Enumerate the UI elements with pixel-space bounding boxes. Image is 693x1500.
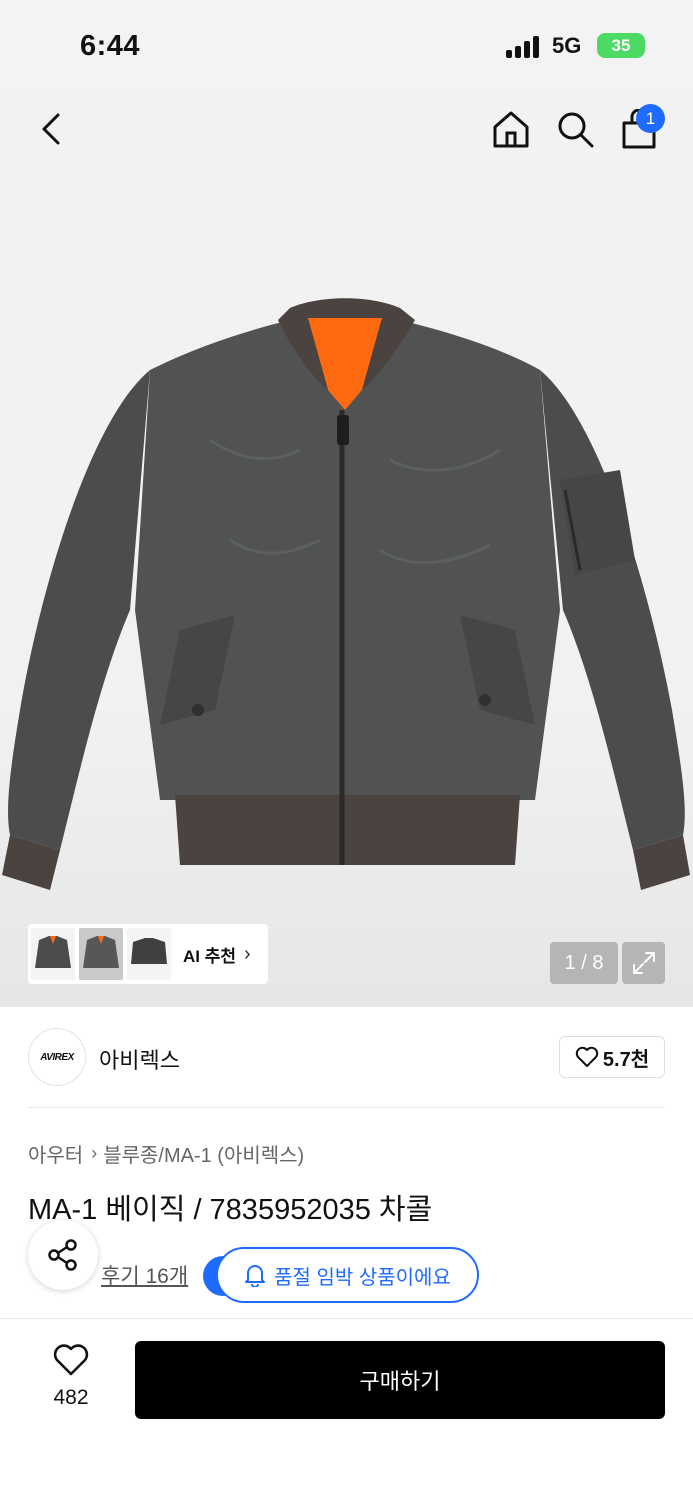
- bell-icon: [245, 1265, 266, 1287]
- brand-row[interactable]: AVIREX 아비렉스 5.7천: [28, 1028, 665, 1086]
- review-count-link[interactable]: 후기 16개: [101, 1260, 188, 1290]
- expand-button[interactable]: [622, 942, 665, 984]
- product-title: MA-1 베이직 / 7835952035 차콜: [28, 1194, 433, 1226]
- wishlist-button[interactable]: 482: [40, 1343, 102, 1410]
- chevron-right-icon: ›: [244, 942, 251, 965]
- home-button[interactable]: [488, 106, 534, 152]
- heart-icon: [53, 1344, 89, 1376]
- back-button[interactable]: [28, 106, 74, 152]
- battery-icon: 35: [597, 33, 645, 58]
- chevron-right-icon: ›: [91, 1143, 98, 1163]
- cart-count-badge: 1: [636, 104, 665, 133]
- search-button[interactable]: [552, 106, 598, 152]
- status-time: 6:44: [80, 30, 141, 62]
- product-gallery[interactable]: 6:44 5G 35 1 AI 추천 › 1 / 8: [0, 0, 693, 1007]
- brand-like-count: 5.7천: [602, 1048, 650, 1071]
- product-image[interactable]: [0, 290, 693, 910]
- thumbnail-2[interactable]: [79, 928, 123, 980]
- divider: [28, 1107, 665, 1108]
- review-row: 후기 16개 품절 임박 상품이에요: [28, 1220, 665, 1303]
- wishlist-count: 482: [53, 1386, 89, 1409]
- status-bar: 6:44 5G 35: [0, 0, 693, 90]
- brand-name[interactable]: 아비렉스: [99, 1043, 180, 1075]
- image-counter: 1 / 8: [550, 942, 618, 984]
- signal-icon: [506, 36, 542, 58]
- buy-button[interactable]: 구매하기: [135, 1341, 665, 1419]
- soldout-notice[interactable]: 품절 임박 상품이에요: [216, 1247, 479, 1303]
- search-icon: [558, 112, 594, 148]
- thumbnail-1[interactable]: [31, 928, 75, 980]
- chevron-left-icon: [42, 113, 60, 145]
- expand-icon: [632, 952, 655, 974]
- breadcrumb-category[interactable]: 아우터: [28, 1139, 83, 1168]
- network-label: 5G: [552, 33, 582, 58]
- share-icon: [48, 1239, 77, 1271]
- brand-logo[interactable]: AVIREX: [28, 1028, 86, 1086]
- brand-like-button[interactable]: 5.7천: [559, 1036, 665, 1078]
- breadcrumb-subcategory[interactable]: 블루종/MA-1 (아비렉스): [103, 1139, 304, 1168]
- ai-recommend-bar[interactable]: AI 추천 ›: [28, 924, 268, 984]
- home-icon: [493, 111, 529, 148]
- share-button[interactable]: [28, 1220, 98, 1290]
- heart-icon: [575, 1046, 599, 1067]
- ai-recommend-label: AI 추천: [183, 946, 237, 966]
- soldout-notice-text: 품절 임박 상품이에요: [274, 1266, 451, 1289]
- breadcrumb: 아우터 › 블루종/MA-1 (아비렉스): [28, 1139, 304, 1168]
- thumbnail-3[interactable]: [127, 928, 171, 980]
- bottom-action-bar: 482 구매하기: [0, 1318, 693, 1500]
